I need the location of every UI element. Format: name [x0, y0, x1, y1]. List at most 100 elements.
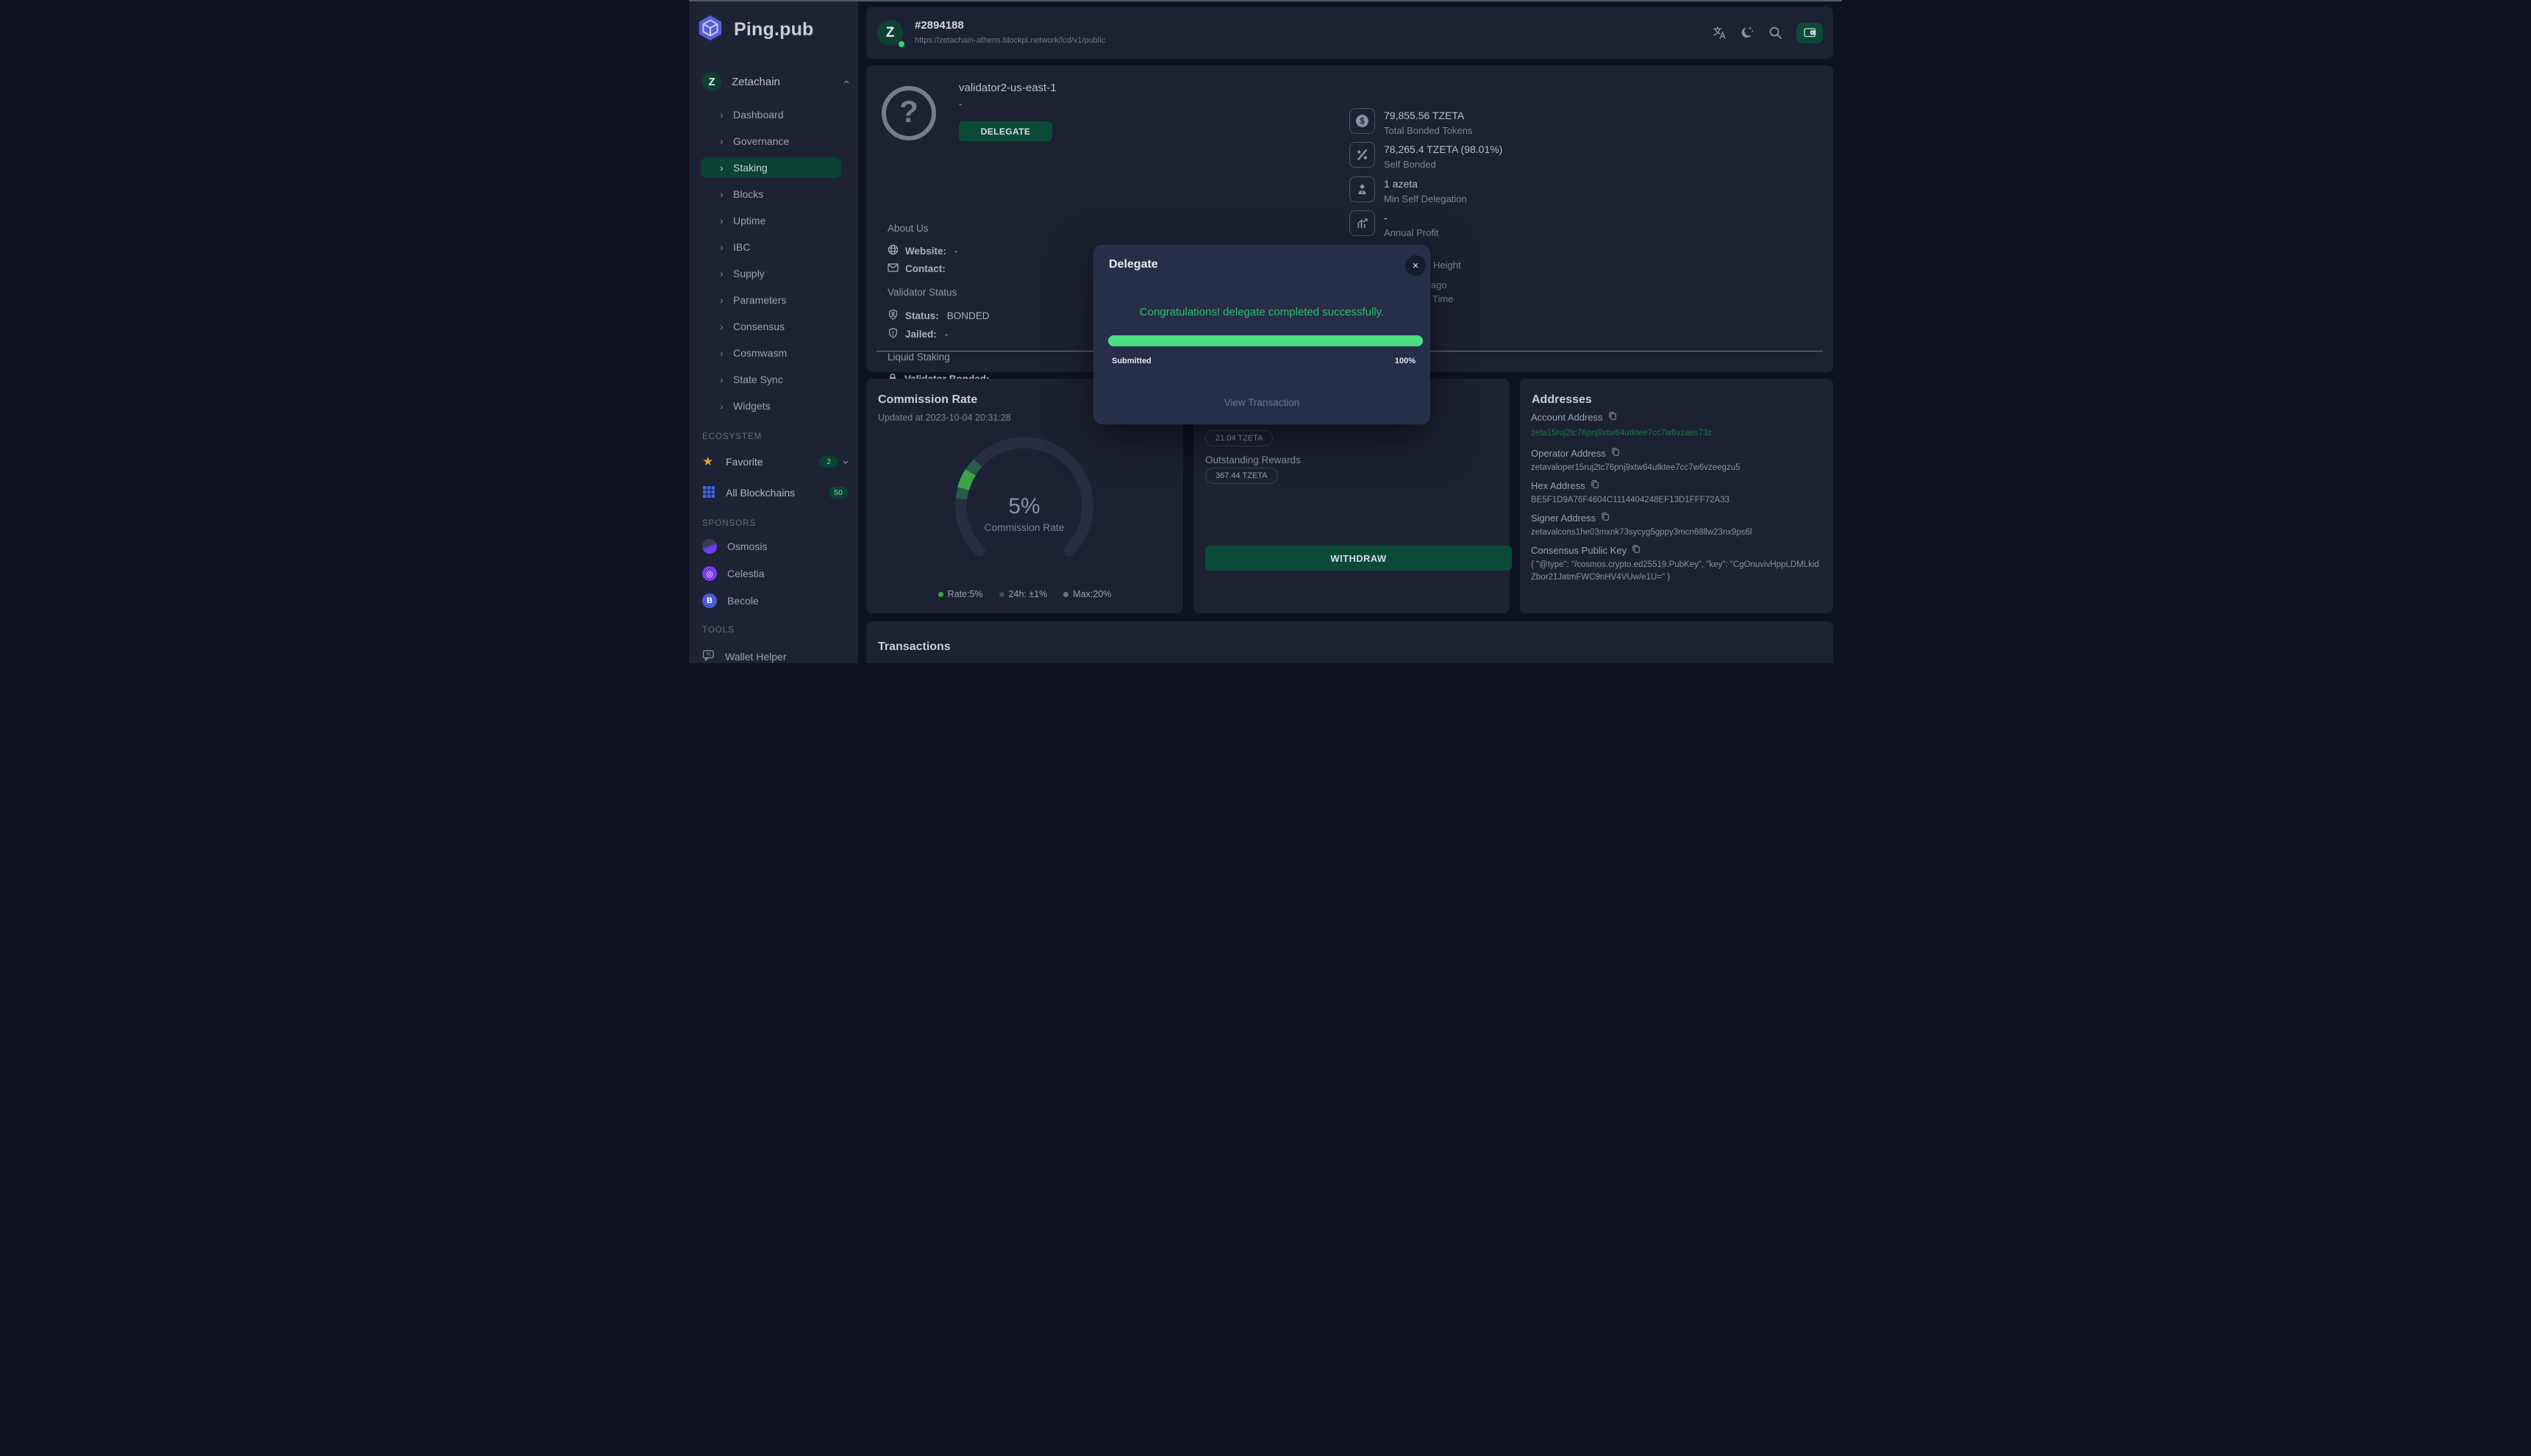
stat-value: 1 azeta	[1384, 176, 1467, 190]
copy-icon[interactable]	[1591, 479, 1599, 491]
sidebar-item-state-sync[interactable]: ›State Sync	[701, 369, 841, 390]
occluded-ago-value: ago	[1431, 279, 1447, 290]
becole-logo-icon: B	[702, 593, 717, 608]
status-online-dot	[899, 41, 904, 47]
copy-icon[interactable]	[1601, 512, 1610, 524]
jailed-label: Jailed:	[905, 329, 937, 340]
sidebar-nav: ›Dashboard ›Governance ›Staking ›Blocks …	[689, 104, 858, 416]
sidebar-item-becole[interactable]: B Becole	[702, 592, 848, 610]
account-address-value[interactable]: zeta15ruj2tc76pnj9xtw64utktee7cc7w6vzaes…	[1531, 427, 1823, 440]
hex-address-label: Hex Address	[1531, 479, 1599, 491]
close-icon[interactable]: ×	[1405, 255, 1426, 276]
status-label: Status:	[905, 310, 939, 321]
delegate-button[interactable]: DELEGATE	[959, 121, 1052, 141]
commission-updated-at: Updated at 2023-10-04 20:31:28	[878, 413, 1011, 423]
label-text: Consensus Public Key	[1531, 545, 1627, 556]
stat-value: 79,855.56 TZETA	[1384, 108, 1472, 121]
sidebar-item-label: Supply	[733, 268, 765, 279]
sidebar-item-all-blockchains[interactable]: All Blockchains 50	[702, 482, 848, 503]
sidebar-item-label: Consensus	[733, 321, 785, 332]
modal-title: Delegate	[1109, 258, 1158, 271]
sidebar-item-favorite[interactable]: ★ Favorite 2 ›	[702, 452, 848, 472]
sponsor-label: Celestia	[727, 568, 765, 579]
chevron-right-icon: ›	[720, 268, 733, 279]
gauge-center-label: Commission Rate	[985, 521, 1065, 533]
occluded-time-label: Time	[1432, 293, 1453, 304]
favorite-label: Favorite	[726, 456, 819, 468]
sidebar-item-label: Uptime	[733, 215, 765, 226]
sidebar-item-widgets[interactable]: ›Widgets	[701, 396, 841, 416]
chevron-right-icon: ›	[720, 321, 733, 332]
progress-percent: 100%	[1395, 357, 1416, 365]
about-title: About Us	[888, 223, 929, 234]
commission-card-title: Commission Rate	[878, 393, 977, 407]
sidebar-item-label: Governance	[733, 135, 789, 147]
sidebar-item-governance[interactable]: ›Governance	[701, 131, 841, 151]
sidebar-item-parameters[interactable]: ›Parameters	[701, 290, 841, 310]
sidebar-item-consensus[interactable]: ›Consensus	[701, 316, 841, 337]
sidebar-item-uptime[interactable]: ›Uptime	[701, 210, 841, 231]
contact-row: Contact:	[888, 263, 946, 274]
gauge-center-value: 5%	[1008, 494, 1040, 518]
chevron-right-icon: ›	[720, 135, 733, 147]
block-height[interactable]: #2894188	[915, 19, 964, 32]
mail-icon	[888, 263, 899, 274]
view-transaction-link[interactable]: View Transaction	[1094, 397, 1429, 408]
chevron-right-icon: ›	[720, 188, 733, 200]
signer-address-value: zetavalcons1he03mxnk73sycyg5gppy3mcn68ll…	[1531, 527, 1823, 539]
stat-label: Annual Profit	[1384, 227, 1438, 238]
sponsor-label: Osmosis	[727, 540, 767, 552]
search-icon[interactable]	[1768, 26, 1782, 40]
hex-address-value: BE5F1D9A76F4604C1114404248EF13D1FFF72A33	[1531, 494, 1823, 507]
validator-subtitle: -	[959, 99, 962, 110]
commission-amount-badge: 21.04 TZETA	[1205, 430, 1273, 446]
transactions-title: Transactions	[878, 640, 951, 654]
person-icon	[1349, 176, 1375, 202]
sidebar-item-supply[interactable]: ›Supply	[701, 263, 841, 284]
sidebar: Ping.pub Z Zetachain › ›Dashboard ›Gover…	[689, 0, 858, 663]
stat-label: Min Self Delegation	[1384, 193, 1467, 204]
operator-address-value: zetavaloper15ruj2tc76pnj9xtw64utktee7cc7…	[1531, 462, 1823, 474]
brand[interactable]: Ping.pub	[689, 0, 858, 46]
sidebar-item-label: Parameters	[733, 294, 786, 306]
chevron-right-icon: ›	[720, 241, 733, 253]
sidebar-item-label: IBC	[733, 241, 750, 253]
legend-dot-rate	[938, 592, 943, 597]
wallet-helper-label: Wallet Helper	[725, 651, 848, 663]
dark-mode-moon-icon[interactable]	[1741, 26, 1754, 40]
celestia-logo-icon: ◎	[702, 566, 717, 581]
addresses-card: Addresses Account Address zeta15ruj2tc76…	[1520, 379, 1833, 613]
withdraw-button[interactable]: WITHDRAW	[1205, 546, 1512, 571]
sidebar-item-label: Widgets	[733, 400, 771, 412]
sidebar-item-wallet-helper[interactable]: ?! Wallet Helper	[702, 646, 848, 663]
legend-24h: 24h: ±1%	[1009, 589, 1048, 599]
globe-icon	[888, 244, 899, 257]
chat-help-icon: ?!	[702, 649, 715, 663]
validator-avatar: ?	[882, 86, 936, 140]
star-icon: ★	[702, 454, 715, 469]
legend-rate: Rate:5%	[948, 589, 983, 599]
sidebar-item-ibc[interactable]: ›IBC	[701, 237, 841, 257]
sidebar-item-cosmwasm[interactable]: ›Cosmwasm	[701, 343, 841, 363]
sidebar-item-blocks[interactable]: ›Blocks	[701, 184, 841, 204]
outstanding-rewards-label: Outstanding Rewards	[1205, 454, 1301, 465]
sidebar-item-dashboard[interactable]: ›Dashboard	[701, 104, 841, 125]
all-blockchains-label: All Blockchains	[726, 487, 829, 499]
jailed-row: Jailed: -	[888, 327, 948, 341]
sidebar-item-label: Blocks	[733, 188, 763, 200]
sidebar-item-celestia[interactable]: ◎ Celestia	[702, 565, 848, 582]
stat-min-self-delegation: 1 azeta Min Self Delegation	[1349, 176, 1467, 204]
status-title: Validator Status	[888, 287, 957, 298]
sidebar-item-staking[interactable]: ›Staking	[701, 157, 841, 178]
brand-name: Ping.pub	[734, 19, 814, 40]
copy-icon[interactable]	[1608, 411, 1617, 423]
wallet-button[interactable]	[1796, 23, 1823, 43]
sidebar-chain-selector[interactable]: Z Zetachain ›	[702, 71, 848, 92]
chevron-right-icon: ›	[720, 162, 733, 174]
copy-icon[interactable]	[1632, 544, 1641, 556]
svg-text:?!: ?!	[706, 652, 711, 657]
sidebar-item-osmosis[interactable]: Osmosis	[702, 538, 848, 555]
translate-icon[interactable]	[1713, 26, 1727, 40]
copy-icon[interactable]	[1611, 447, 1620, 459]
label-text: Operator Address	[1531, 448, 1606, 459]
